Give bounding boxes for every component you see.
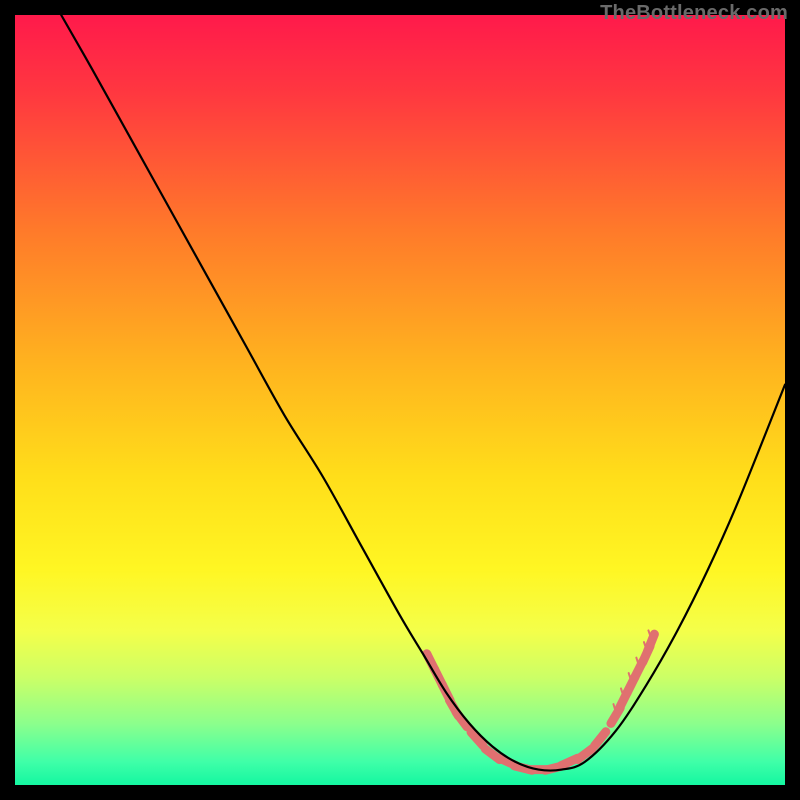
bottleneck-curve (61, 15, 785, 771)
marker-cluster (427, 630, 655, 770)
chart-frame: TheBottleneck.com (0, 0, 800, 800)
marker-dash (471, 732, 483, 745)
watermark-text: TheBottleneck.com (600, 2, 788, 25)
curve-layer (15, 15, 785, 785)
